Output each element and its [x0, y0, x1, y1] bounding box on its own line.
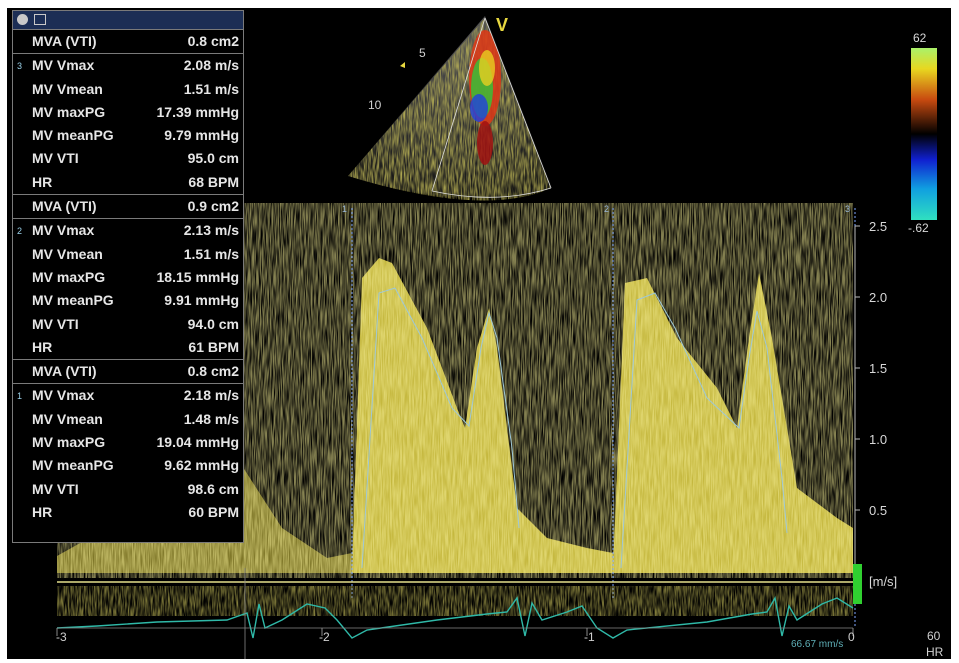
beat-marker: 3 [845, 204, 851, 214]
measurement-row: HR 60 BPM [32, 503, 239, 520]
measurement-row: MV VTI 98.6 cm [32, 480, 239, 497]
measurement-block-beat-1: MVA (VTI) 0.8 cm2 1 MV Vmax 2.18 m/s MV Vme… [13, 359, 243, 524]
beat-index: 1 [17, 391, 23, 402]
beat-index: 2 [17, 226, 23, 237]
time-tick: -1 [584, 630, 595, 644]
color-scale-min: -.62 [908, 221, 929, 235]
measurement-row: MV meanPG 9.91 mmHg [32, 292, 239, 309]
measurement-row: MV VTI 95.0 cm [32, 150, 239, 167]
color-velocity-bar [911, 48, 937, 220]
velocity-unit: [m/s] [869, 574, 898, 589]
beat-index: 3 [17, 61, 23, 72]
time-tick: -2 [319, 630, 330, 644]
beat-marker: 1 [342, 204, 348, 214]
baseline-marker [853, 564, 862, 604]
measurement-row: HR 68 BPM [32, 173, 239, 190]
measurement-row: MV maxPG 18.15 mmHg [32, 268, 239, 285]
measurement-row: 2 MV Vmax 2.13 m/s [13, 218, 243, 242]
measurement-row: MVA (VTI) 0.8 cm2 [32, 33, 239, 49]
heart-rate-label: HR [926, 645, 944, 659]
probe-marker: V [496, 15, 509, 35]
measurement-row: 1 MV Vmax 2.18 m/s [13, 383, 243, 407]
panel-toolbar [13, 11, 243, 30]
measurement-row: 3 MV Vmax 2.08 m/s [13, 53, 243, 77]
measurement-row: MV meanPG 9.62 mmHg [32, 457, 239, 474]
velocity-tick: 1.0 [869, 432, 888, 447]
measurement-block-beat-2: MVA (VTI) 0.9 cm2 2 MV Vmax 2.13 m/s MV Vme… [13, 194, 243, 359]
measurement-row: MV Vmean 1.51 m/s [32, 245, 239, 262]
time-tick: 0 [848, 630, 855, 644]
measurement-row: HR 61 BPM [32, 338, 239, 355]
heart-rate-value: 60 [927, 629, 941, 643]
velocity-tick: 2.5 [869, 219, 888, 234]
velocity-tick: 1.5 [869, 361, 888, 376]
velocity-tick: 2.0 [869, 290, 888, 305]
echo-display: V 5 10 62 -.62 2.5 2.0 1.5 1.0 0.5 [m/s]… [7, 8, 951, 659]
measurement-row: MV VTI 94.0 cm [32, 315, 239, 332]
measurement-row: MV maxPG 19.04 mmHg [32, 434, 239, 451]
measurement-block-beat-3: MVA (VTI) 0.8 cm2 3 MV Vmax 2.08 m/s MV Vme… [13, 30, 243, 194]
image-icon[interactable] [34, 14, 46, 25]
measurement-panel: MVA (VTI) 0.8 cm2 3 MV Vmax 2.08 m/s MV Vme… [12, 10, 244, 543]
measurement-row: MV maxPG 17.39 mmHg [32, 103, 239, 120]
measurement-row: MV Vmean 1.48 m/s [32, 410, 239, 427]
measurement-row: MV meanPG 9.79 mmHg [32, 127, 239, 144]
velocity-tick: 0.5 [869, 503, 888, 518]
depth-label-10: 10 [368, 98, 382, 112]
color-scale-max: 62 [913, 31, 927, 45]
beat-marker: 2 [604, 204, 610, 214]
color-flow-jet [348, 18, 551, 201]
measurement-row: MVA (VTI) 0.9 cm2 [13, 194, 243, 218]
depth-label-5: 5 [419, 46, 426, 60]
measurement-row: MVA (VTI) 0.8 cm2 [13, 359, 243, 383]
record-icon[interactable] [17, 14, 28, 25]
time-tick: -3 [56, 630, 67, 644]
measurement-row: MV Vmean 1.51 m/s [32, 80, 239, 97]
sweep-speed: 66.67 mm/s [791, 639, 844, 650]
